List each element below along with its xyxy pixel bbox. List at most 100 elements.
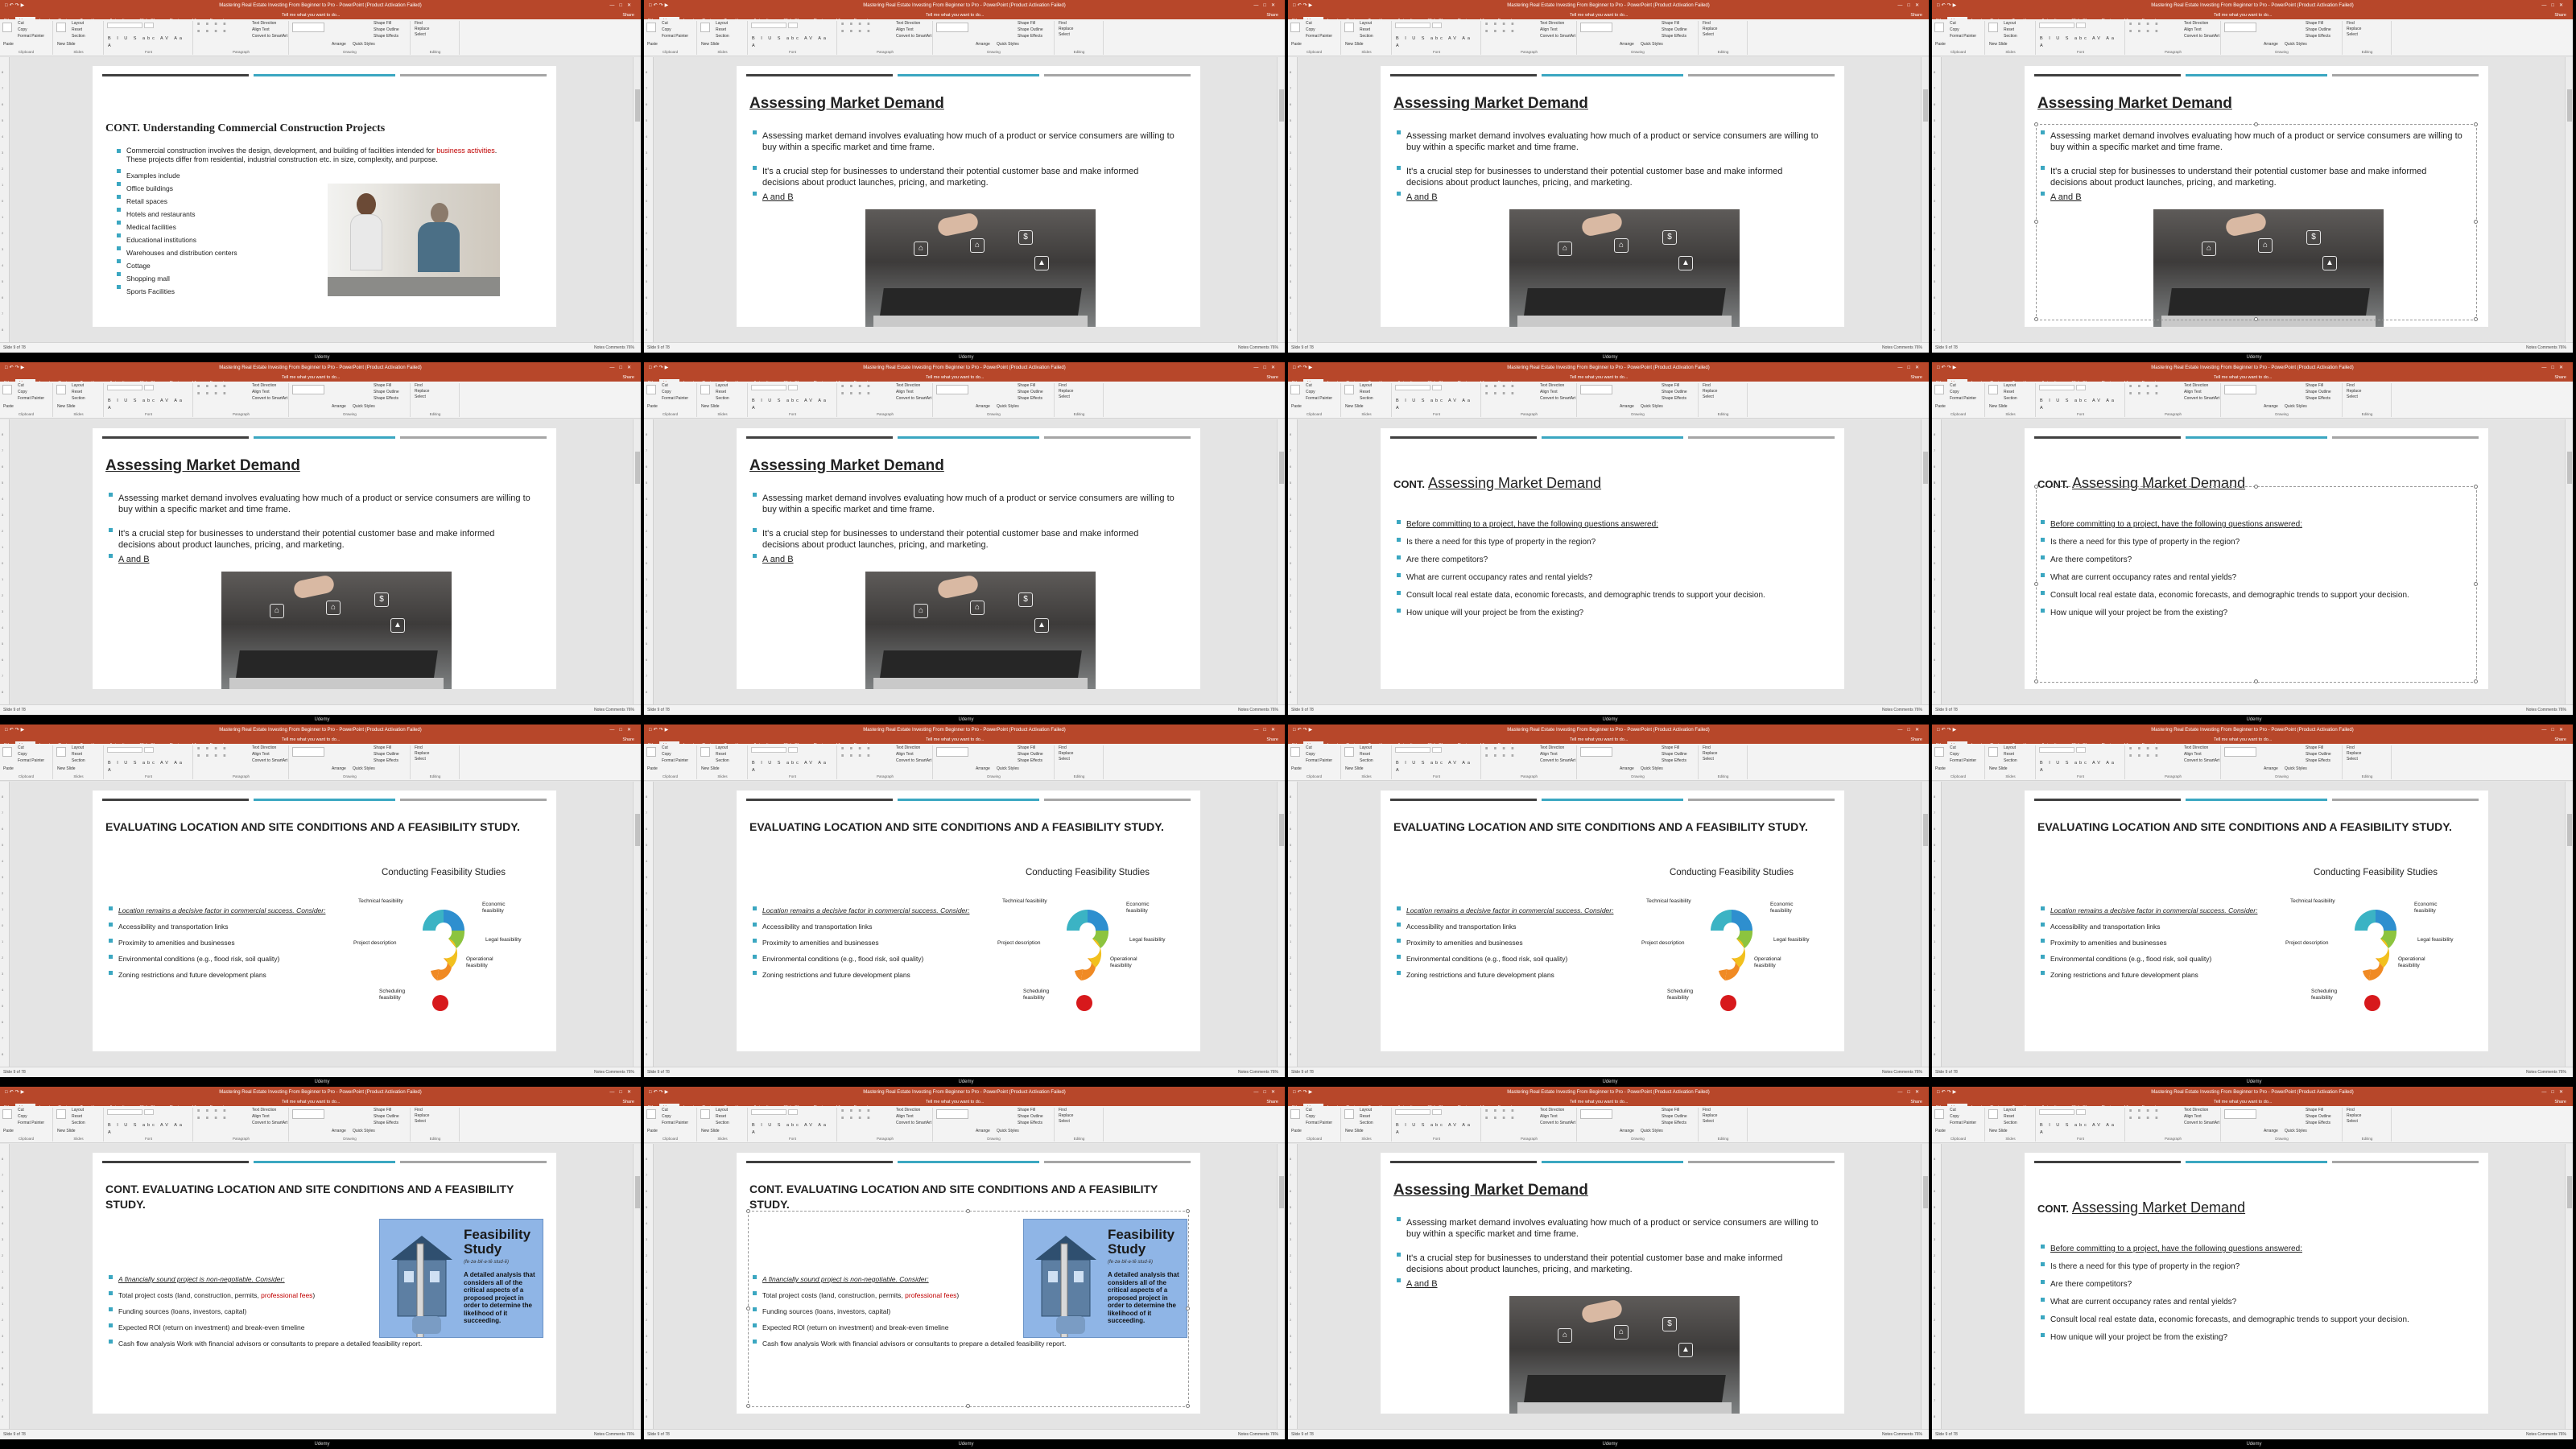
shape-fill-button[interactable]: Shape Fill	[2302, 745, 2323, 751]
quick-styles-button[interactable]: Quick Styles	[2281, 42, 2307, 47]
format-painter-button[interactable]: Format Painter	[1302, 1121, 1332, 1126]
smart-home-laptop-photo[interactable]: ⌂ ⌂ $ ▲	[865, 209, 1096, 327]
shapes-gallery[interactable]	[292, 385, 324, 394]
view-controls[interactable]: Notes Comments 76%	[2526, 705, 2566, 715]
tell-me-box[interactable]: Tell me what you want to do...	[926, 11, 984, 19]
view-controls[interactable]: Notes Comments 76%	[1238, 705, 1278, 715]
find-button[interactable]: Find	[411, 1108, 459, 1113]
replace-button[interactable]: Replace	[1055, 27, 1103, 32]
view-controls[interactable]: Notes Comments 76%	[1238, 343, 1278, 353]
scroll-thumb[interactable]	[1923, 452, 1928, 484]
shape-fill-button[interactable]: Shape Fill	[1658, 383, 1679, 389]
resize-handle[interactable]	[2254, 317, 2258, 321]
new-slide-button[interactable]: New Slide	[1342, 42, 1364, 47]
shape-fill-button[interactable]: Shape Fill	[2302, 383, 2323, 389]
vertical-scrollbar[interactable]	[2565, 782, 2573, 1067]
font-format-buttons[interactable]: B I U S abc AV Aa A	[749, 35, 836, 50]
slide-assessing-market-demand[interactable]: Assessing Market Demand Assessing market…	[2025, 66, 2488, 327]
font-format-buttons[interactable]: B I U S abc AV Aa A	[2037, 35, 2124, 50]
scroll-thumb[interactable]	[635, 89, 640, 122]
scroll-thumb[interactable]	[2567, 1176, 2572, 1208]
paste-button[interactable]: Paste	[1288, 404, 1302, 410]
replace-button[interactable]: Replace	[1055, 389, 1103, 394]
share-button[interactable]: Share	[622, 374, 634, 382]
paste-button[interactable]: Paste	[1932, 1129, 1946, 1134]
shape-outline-button[interactable]: Shape Outline	[370, 1114, 399, 1120]
window-controls[interactable]: —□✕	[2541, 0, 2568, 11]
font-format-buttons[interactable]: B I U S abc AV Aa A	[2037, 1122, 2124, 1137]
find-button[interactable]: Find	[2343, 383, 2391, 389]
shapes-gallery[interactable]	[2224, 747, 2256, 757]
align-text-button[interactable]: Align Text	[2181, 27, 2202, 33]
shapes-gallery[interactable]	[292, 23, 324, 32]
vertical-scrollbar[interactable]	[1921, 57, 1929, 342]
align-text-button[interactable]: Align Text	[249, 752, 270, 758]
vertical-scrollbar[interactable]	[1277, 57, 1285, 342]
shape-effects-button[interactable]: Shape Effects	[2302, 34, 2330, 39]
arrange-button[interactable]: Arrange	[2260, 766, 2278, 772]
shape-effects-button[interactable]: Shape Effects	[2302, 396, 2330, 402]
slide-assessing-market-demand[interactable]: Assessing Market Demand Assessing market…	[93, 428, 556, 689]
shape-effects-button[interactable]: Shape Effects	[370, 396, 398, 402]
scroll-thumb[interactable]	[2567, 89, 2572, 122]
slide-assessing-market-demand[interactable]: Assessing Market Demand Assessing market…	[1381, 66, 1844, 327]
find-button[interactable]: Find	[411, 745, 459, 751]
resize-handle[interactable]	[2474, 122, 2478, 126]
tell-me-box[interactable]: Tell me what you want to do...	[1570, 1098, 1628, 1106]
select-button[interactable]: Select	[1055, 394, 1103, 400]
font-size-box[interactable]	[144, 385, 154, 390]
resize-handle[interactable]	[2034, 317, 2038, 321]
font-format-buttons[interactable]: B I U S abc AV Aa A	[749, 760, 836, 774]
new-slide-button[interactable]: New Slide	[1986, 42, 2008, 47]
paste-icon[interactable]	[1934, 23, 1944, 32]
feasibility-diagram[interactable]: Conducting Feasibility Studies Technical…	[353, 868, 534, 1037]
new-slide-button[interactable]: New Slide	[1986, 1129, 2008, 1134]
font-name-box[interactable]	[1395, 23, 1430, 28]
font-name-box[interactable]	[107, 747, 142, 753]
location-factors-list[interactable]: Location remains a decisive factor in co…	[107, 906, 373, 979]
paste-button[interactable]: Paste	[644, 42, 658, 47]
find-button[interactable]: Find	[2343, 21, 2391, 27]
find-button[interactable]: Find	[2343, 1108, 2391, 1113]
select-button[interactable]: Select	[2343, 394, 2391, 400]
resize-handle[interactable]	[1186, 1307, 1190, 1311]
smart-home-laptop-photo[interactable]: ⌂ ⌂ $ ▲	[1509, 1296, 1740, 1414]
new-slide-button[interactable]: New Slide	[54, 766, 76, 772]
resize-handle[interactable]	[2034, 582, 2038, 586]
align-text-button[interactable]: Align Text	[249, 390, 270, 395]
smartart-button[interactable]: Convert to SmartArt	[2181, 1121, 2219, 1126]
vertical-scrollbar[interactable]	[633, 419, 641, 704]
share-button[interactable]: Share	[2554, 11, 2566, 19]
cut-button[interactable]: Cut	[658, 1108, 668, 1113]
resize-handle[interactable]	[2474, 679, 2478, 683]
select-button[interactable]: Select	[1055, 1119, 1103, 1125]
copy-button[interactable]: Copy	[658, 27, 671, 33]
view-controls[interactable]: Notes Comments 76%	[1882, 1067, 1922, 1077]
paste-icon[interactable]	[646, 747, 656, 757]
slide-title[interactable]: Assessing Market Demand	[2037, 95, 2472, 113]
font-size-box[interactable]	[144, 23, 154, 28]
select-button[interactable]: Select	[411, 32, 459, 38]
smartart-button[interactable]: Convert to SmartArt	[893, 34, 931, 39]
resize-handle[interactable]	[2034, 485, 2038, 489]
resize-handle[interactable]	[746, 1209, 750, 1213]
window-controls[interactable]: —□✕	[1253, 724, 1280, 736]
quick-styles-button[interactable]: Quick Styles	[349, 1129, 375, 1134]
share-button[interactable]: Share	[2554, 736, 2566, 744]
copy-button[interactable]: Copy	[1302, 390, 1315, 395]
slide-evaluating-location[interactable]: Evaluating Location and Site Conditions …	[93, 791, 556, 1051]
format-painter-button[interactable]: Format Painter	[658, 1121, 688, 1126]
replace-button[interactable]: Replace	[411, 27, 459, 32]
align-text-button[interactable]: Align Text	[893, 752, 914, 758]
slide-evaluating-location[interactable]: Evaluating Location and Site Conditions …	[1381, 791, 1844, 1051]
format-painter-button[interactable]: Format Painter	[14, 34, 44, 39]
scroll-thumb[interactable]	[635, 1176, 640, 1208]
vertical-scrollbar[interactable]	[1921, 419, 1929, 704]
replace-button[interactable]: Replace	[2343, 751, 2391, 757]
find-button[interactable]: Find	[2343, 745, 2391, 751]
resize-handle[interactable]	[966, 1209, 970, 1213]
align-text-button[interactable]: Align Text	[1537, 390, 1558, 395]
slide-assessing-market-demand-cont[interactable]: CONT. Assessing Market Demand Before comm…	[2025, 1153, 2488, 1414]
tell-me-box[interactable]: Tell me what you want to do...	[2214, 374, 2272, 382]
shapes-gallery[interactable]	[2224, 23, 2256, 32]
